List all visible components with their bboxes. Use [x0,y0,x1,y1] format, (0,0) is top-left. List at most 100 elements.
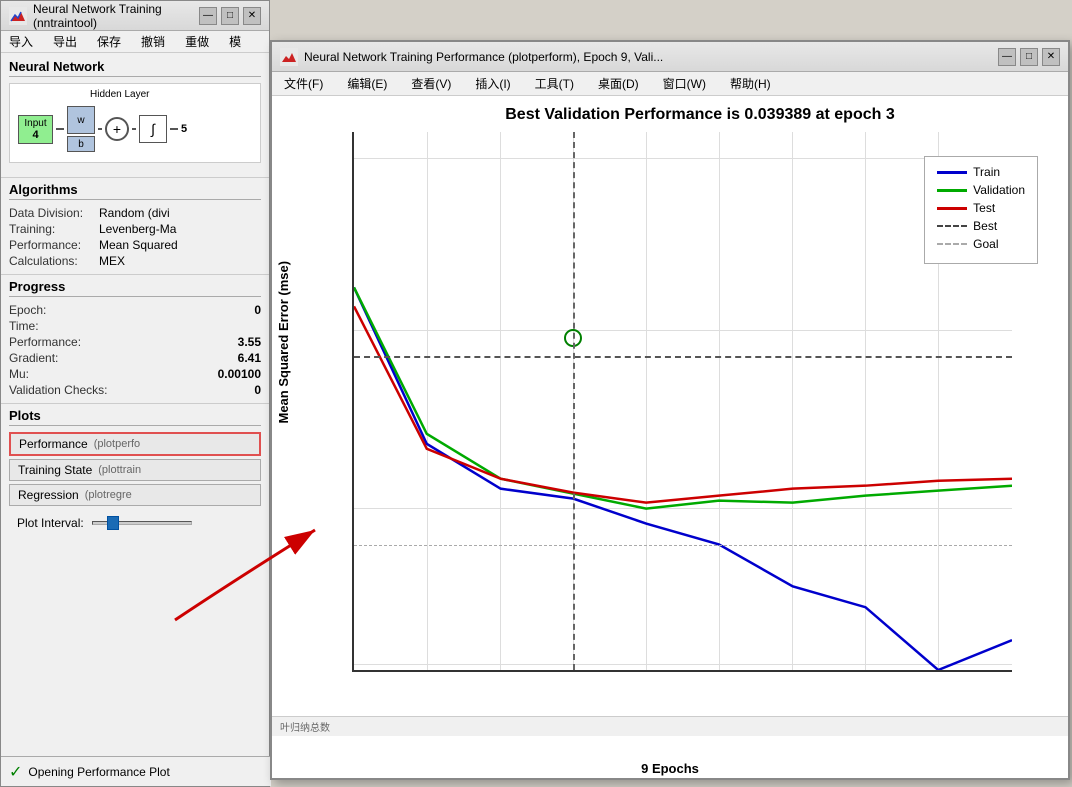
algo-row-performance: Performance: Mean Squared [9,238,261,252]
progress-mu: Mu: 0.00100 [9,367,261,381]
performance-button-label: Performance [19,437,88,451]
plots-title: Plots [9,408,261,426]
legend-train-line [937,171,967,174]
legend-goal: Goal [937,237,1025,251]
win-controls: — □ ✕ [199,7,261,25]
bias-box: b [67,136,95,152]
plot-menu-window[interactable]: 窗口(W) [659,73,710,94]
x-tick-2: 2 [497,670,503,672]
main-menubar: 导入 导出 保存 撤销 重做 模 [1,31,269,53]
best-line [354,356,1012,358]
progress-epoch: Epoch: 0 [9,303,261,317]
chart-title: Best Validation Performance is 0.039389 … [352,106,1048,124]
legend-validation: Validation [937,183,1025,197]
algo-row-division: Data Division: Random (divi [9,206,261,220]
status-icon: ✓ [9,762,22,782]
progress-time: Time: [9,319,261,333]
nn-section-title: Neural Network [9,59,261,77]
regression-label: Regression [18,488,79,502]
hidden-layer-value: 5 [181,123,187,135]
matlab-icon [9,7,27,25]
plot-menu-insert[interactable]: 插入(I) [471,73,514,94]
goal-line [354,545,1012,546]
weight-box: w [67,106,95,134]
x-tick-6: 6 [789,670,795,672]
plot-interval-slider[interactable] [92,513,192,533]
plot-win-controls: — □ ✕ [998,48,1060,66]
plot-menu-desktop[interactable]: 桌面(D) [594,73,643,94]
regression-button[interactable]: Regression (plotregre [9,484,261,506]
plot-window: Neural Network Training Performance (plo… [270,40,1070,780]
slider-thumb[interactable] [107,516,119,530]
plots-section: Plots Performance (plotperfo Training St… [1,403,269,541]
plot-minimize-button[interactable]: — [998,48,1016,66]
menu-undo[interactable]: 撤销 [137,31,169,52]
plot-menu-edit[interactable]: 编辑(E) [343,73,391,94]
training-state-button[interactable]: Training State (plottrain [9,459,261,481]
regression-hint: (plotregre [85,489,132,501]
maximize-button[interactable]: □ [221,7,239,25]
legend-test: Test [937,201,1025,215]
main-window-title: Neural Network Training (nntraintool) [33,2,199,30]
legend-test-line [937,207,967,210]
plot-maximize-button[interactable]: □ [1020,48,1038,66]
plot-window-title: Neural Network Training Performance (plo… [304,50,998,64]
input-value: 4 [23,129,48,141]
plot-interval-row: Plot Interval: [9,509,261,537]
legend-best: Best [937,219,1025,233]
x-tick-0: 0 [352,670,357,672]
progress-title: Progress [9,279,261,297]
plot-menu-tools[interactable]: 工具(T) [531,73,578,94]
test-line [354,306,1012,502]
legend-test-label: Test [973,201,995,215]
progress-gradient: Gradient: 6.41 [9,351,261,365]
main-titlebar: Neural Network Training (nntraintool) — … [1,1,269,31]
legend-train-label: Train [973,165,1000,179]
x-tick-1: 1 [424,670,430,672]
input-label: Input [23,118,48,129]
legend-validation-line [937,189,967,192]
menu-export[interactable]: 导出 [49,31,81,52]
x-tick-9: 9 [1009,670,1012,672]
status-bar: ✓ Opening Performance Plot [1,756,271,786]
menu-import[interactable]: 导入 [5,31,37,52]
plot-menu-help[interactable]: 帮助(H) [726,73,775,94]
minimize-button[interactable]: — [199,7,217,25]
connector1 [56,128,64,130]
connector2 [98,128,102,130]
algo-row-calc: Calculations: MEX [9,254,261,268]
plot-menu-view[interactable]: 查看(V) [407,73,455,94]
y-axis-label: Mean Squared Error (mse) [276,261,291,424]
performance-curves [354,132,1012,670]
performance-hint: (plotperfo [94,438,140,450]
training-state-hint: (plottrain [98,464,141,476]
algorithms-title: Algorithms [9,182,261,200]
plot-close-button[interactable]: ✕ [1042,48,1060,66]
x-tick-5: 5 [716,670,722,672]
wb-group: w b [67,106,95,152]
hidden-layer-label: Hidden Layer [90,89,149,100]
status-text: Opening Performance Plot [28,765,169,779]
chart-canvas: 10⁰ 10⁻² 10⁻⁴ 10⁻⁶ 0 1 2 3 4 5 6 7 8 9 [352,132,1012,672]
nn-diagram: Hidden Layer Input 4 w b + ∫ 5 [9,83,261,163]
menu-more[interactable]: 模 [225,31,245,52]
legend-best-line [937,225,967,227]
performance-button[interactable]: Performance (plotperfo [9,432,261,456]
menu-redo[interactable]: 重做 [181,31,213,52]
x-tick-3: 3 [570,670,576,672]
x-tick-7: 7 [862,670,868,672]
legend-train: Train [937,165,1025,179]
menu-save[interactable]: 保存 [93,31,125,52]
legend-best-label: Best [973,219,997,233]
x-tick-8: 8 [935,670,941,672]
chart-legend: Train Validation Test Best Goal [924,156,1038,264]
legend-validation-label: Validation [973,183,1025,197]
plot-menu-file[interactable]: 文件(F) [280,73,327,94]
close-button[interactable]: ✕ [243,7,261,25]
algorithms-section: Algorithms Data Division: Random (divi T… [1,177,269,274]
training-state-label: Training State [18,463,92,477]
plot-interval-label: Plot Interval: [17,516,84,530]
plot-titlebar: Neural Network Training Performance (plo… [272,42,1068,72]
sum-box: + [105,117,129,141]
progress-section: Progress Epoch: 0 Time: Performance: 3.5… [1,274,269,403]
